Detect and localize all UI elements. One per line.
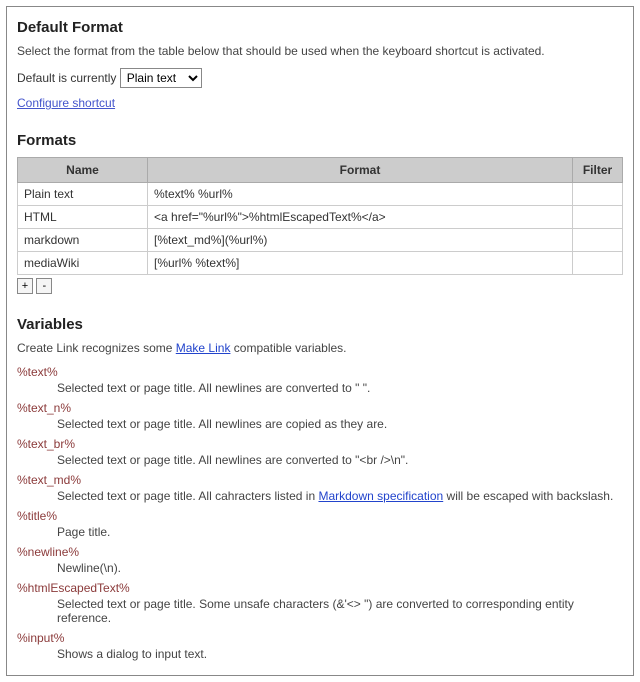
make-link-link[interactable]: Make Link	[176, 341, 231, 355]
format-name-cell[interactable]: mediaWiki	[18, 252, 148, 275]
format-name-cell[interactable]: Plain text	[18, 183, 148, 206]
format-filter-cell[interactable]	[573, 229, 623, 252]
variable-name: %text_md%	[17, 473, 623, 487]
variable-description: Selected text or page title. All newline…	[57, 453, 623, 467]
default-format-heading: Default Format	[17, 19, 623, 36]
settings-panel: Default Format Select the format from th…	[6, 6, 634, 676]
variable-name: %text%	[17, 365, 623, 379]
variable-description: Newline(\n).	[57, 561, 623, 575]
variable-description: Selected text or page title. All newline…	[57, 417, 623, 431]
variable-description: Shows a dialog to input text.	[57, 647, 623, 661]
formats-table: Name Format Filter Plain text%text% %url…	[17, 157, 623, 275]
variable-name: %input%	[17, 631, 623, 645]
formats-heading: Formats	[17, 132, 623, 149]
format-filter-cell[interactable]	[573, 252, 623, 275]
variable-name: %newline%	[17, 545, 623, 559]
table-row[interactable]: Plain text%text% %url%	[18, 183, 623, 206]
format-value-cell[interactable]: [%url% %text%]	[148, 252, 573, 275]
table-row[interactable]: mediaWiki[%url% %text%]	[18, 252, 623, 275]
variable-description: Selected text or page title. All cahract…	[57, 489, 623, 503]
format-filter-cell[interactable]	[573, 183, 623, 206]
format-filter-cell[interactable]	[573, 206, 623, 229]
variable-description: Page title.	[57, 525, 623, 539]
table-row[interactable]: markdown[%text_md%](%url%)	[18, 229, 623, 252]
format-value-cell[interactable]: %text% %url%	[148, 183, 573, 206]
variable-name: %title%	[17, 509, 623, 523]
format-name-cell[interactable]: HTML	[18, 206, 148, 229]
variables-intro: Create Link recognizes some Make Link co…	[17, 341, 623, 355]
default-format-select[interactable]: Plain textHTMLmarkdownmediaWiki	[120, 68, 202, 88]
format-value-cell[interactable]: <a href="%url%">%htmlEscapedText%</a>	[148, 206, 573, 229]
remove-format-button[interactable]: -	[36, 278, 52, 294]
default-format-description: Select the format from the table below t…	[17, 44, 623, 58]
col-header-name: Name	[18, 158, 148, 183]
variable-description: Selected text or page title. Some unsafe…	[57, 597, 623, 625]
table-row[interactable]: HTML<a href="%url%">%htmlEscapedText%</a…	[18, 206, 623, 229]
variables-list: %text% Selected text or page title. All n…	[17, 365, 623, 661]
default-format-row: Default is currently Plain textHTMLmarkd…	[17, 68, 623, 88]
col-header-filter: Filter	[573, 158, 623, 183]
configure-shortcut-link[interactable]: Configure shortcut	[17, 96, 115, 110]
variable-name: %text_n%	[17, 401, 623, 415]
format-name-cell[interactable]: markdown	[18, 229, 148, 252]
col-header-format: Format	[148, 158, 573, 183]
variable-name: %text_br%	[17, 437, 623, 451]
variable-description: Selected text or page title. All newline…	[57, 381, 623, 395]
variables-heading: Variables	[17, 316, 623, 333]
add-format-button[interactable]: +	[17, 278, 33, 294]
variable-name: %htmlEscapedText%	[17, 581, 623, 595]
default-format-label: Default is currently	[17, 71, 116, 85]
format-value-cell[interactable]: [%text_md%](%url%)	[148, 229, 573, 252]
variable-doc-link[interactable]: Markdown specification	[318, 489, 443, 503]
